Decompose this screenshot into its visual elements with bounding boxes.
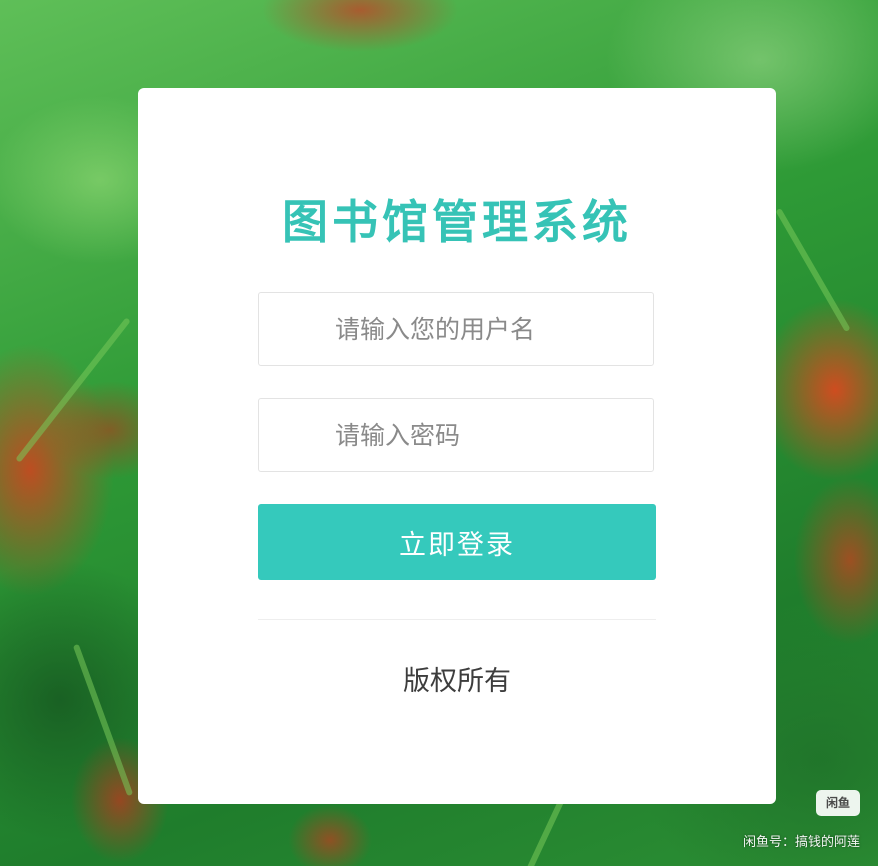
divider xyxy=(258,619,656,620)
login-button[interactable]: 立即登录 xyxy=(258,504,656,580)
watermark: 闲鱼 闲鱼号：搞钱的阿莲 xyxy=(720,790,860,850)
page-title: 图书馆管理系统 xyxy=(282,195,632,249)
username-input[interactable] xyxy=(258,292,654,366)
login-card: 图书馆管理系统 立即登录 版权所有 xyxy=(138,88,776,804)
watermark-logo-icon: 闲鱼 xyxy=(816,790,860,816)
password-input[interactable] xyxy=(258,398,654,472)
watermark-text: 闲鱼号：搞钱的阿莲 xyxy=(742,835,860,850)
copyright-text: 版权所有 xyxy=(403,666,511,697)
